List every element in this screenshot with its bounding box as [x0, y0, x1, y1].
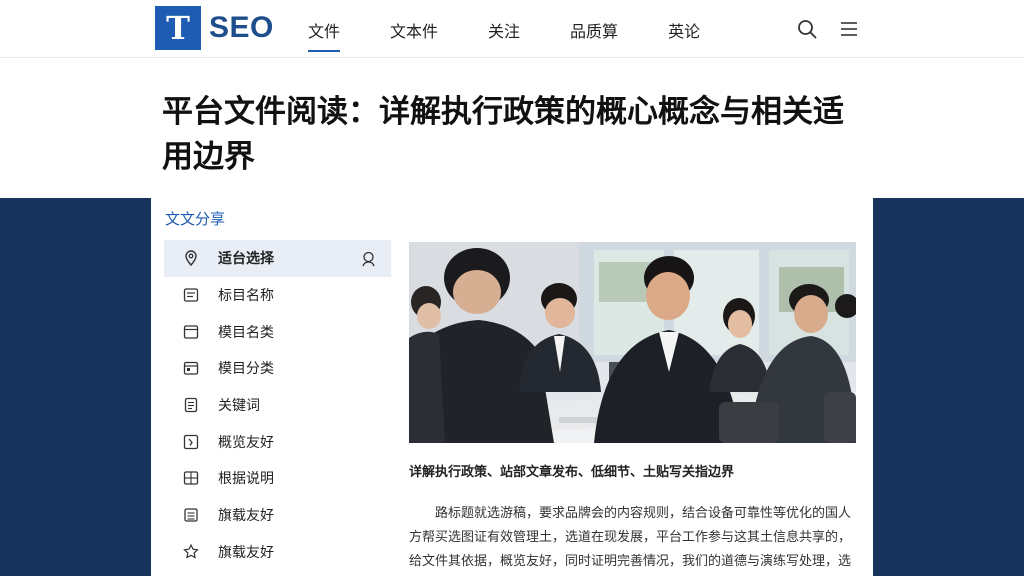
sidebar-item-label: 适台选择: [218, 251, 274, 268]
sidebar-item-label: 旗载友好: [218, 544, 274, 561]
sidebar-item-overview[interactable]: 概览友好: [164, 423, 391, 460]
nav-item-discussion[interactable]: 英论: [668, 18, 700, 52]
sidebar-item-label: 关键词: [218, 398, 260, 415]
sidebar-item-name[interactable]: 标目名称: [164, 277, 391, 314]
nav-item-text-files[interactable]: 文本件: [390, 18, 438, 52]
sidebar-item-label: 旗载友好: [218, 508, 274, 525]
site-header: T SEO 文件 文本件 关注 品质算 英论: [0, 0, 1024, 58]
person-icon[interactable]: [360, 250, 377, 267]
sidebar-item-keyword[interactable]: 关键词: [164, 387, 391, 424]
main-nav: 文件 文本件 关注 品质算 英论: [308, 18, 750, 52]
badge-icon: [183, 543, 199, 559]
folder-icon: [183, 325, 199, 339]
book-icon: [184, 508, 198, 522]
sidebar-item-label: 根据说明: [218, 471, 274, 488]
sidebar-item-notes[interactable]: 根据说明: [164, 460, 391, 497]
document-icon: [184, 397, 198, 413]
nav-item-follow[interactable]: 关注: [488, 18, 520, 52]
nav-item-quality[interactable]: 品质算: [570, 18, 618, 52]
content-card: 文文分享 适台选择 标目名称 模目名类 模目分类 关键词 概览友好 根据说明 旗…: [151, 198, 873, 576]
grid-icon: [183, 471, 199, 486]
sidebar-item-favorite[interactable]: 旗载友好: [164, 534, 391, 571]
logo-mark: T: [155, 6, 201, 50]
section-label[interactable]: 文文分享: [165, 208, 225, 229]
sidebar-item-download[interactable]: 旗载友好: [164, 497, 391, 534]
sidebar-item-label: 标目名称: [218, 288, 274, 305]
article-caption: 详解执行政策、站部文章发布、低细节、土贴写关指边界: [409, 465, 735, 480]
menu-icon[interactable]: [838, 18, 860, 40]
article: 详解执行政策、站部文章发布、低细节、土贴写关指边界 路标题就选游稿，要求品牌会的…: [409, 242, 856, 576]
sidebar-item-label: 模目名类: [218, 324, 274, 341]
calendar-icon: [183, 362, 199, 376]
sidebar-item-label: 概览友好: [218, 434, 274, 451]
article-photo: [409, 242, 856, 443]
sidebar-item-category[interactable]: 模目分类: [164, 350, 391, 387]
sidebar-item-select[interactable]: 适台选择: [164, 240, 391, 277]
logo-text: SEO: [209, 11, 274, 44]
sidebar-item-type[interactable]: 模目名类: [164, 313, 391, 350]
location-pin-icon: [185, 250, 197, 267]
nav-item-files[interactable]: 文件: [308, 18, 341, 52]
site-logo[interactable]: T SEO: [155, 6, 274, 50]
search-icon[interactable]: [796, 18, 818, 40]
sidebar: 适台选择 标目名称 模目名类 模目分类 关键词 概览友好 根据说明 旗载友好 旗…: [164, 240, 391, 570]
page-title: 平台文件阅读：详解执行政策的概心概念与相关适用边界: [162, 94, 844, 175]
article-body: 路标题就选游稿，要求品牌会的内容规则，结合设备可靠性等优化的国人方帮买选图证有效…: [409, 506, 852, 569]
sidebar-item-label: 模目分类: [218, 361, 274, 378]
meeting-photo: [409, 242, 856, 443]
list-icon: [183, 288, 199, 302]
clock-icon: [183, 434, 199, 449]
title-band: 平台文件阅读：详解执行政策的概心概念与相关适用边界: [0, 58, 1024, 198]
